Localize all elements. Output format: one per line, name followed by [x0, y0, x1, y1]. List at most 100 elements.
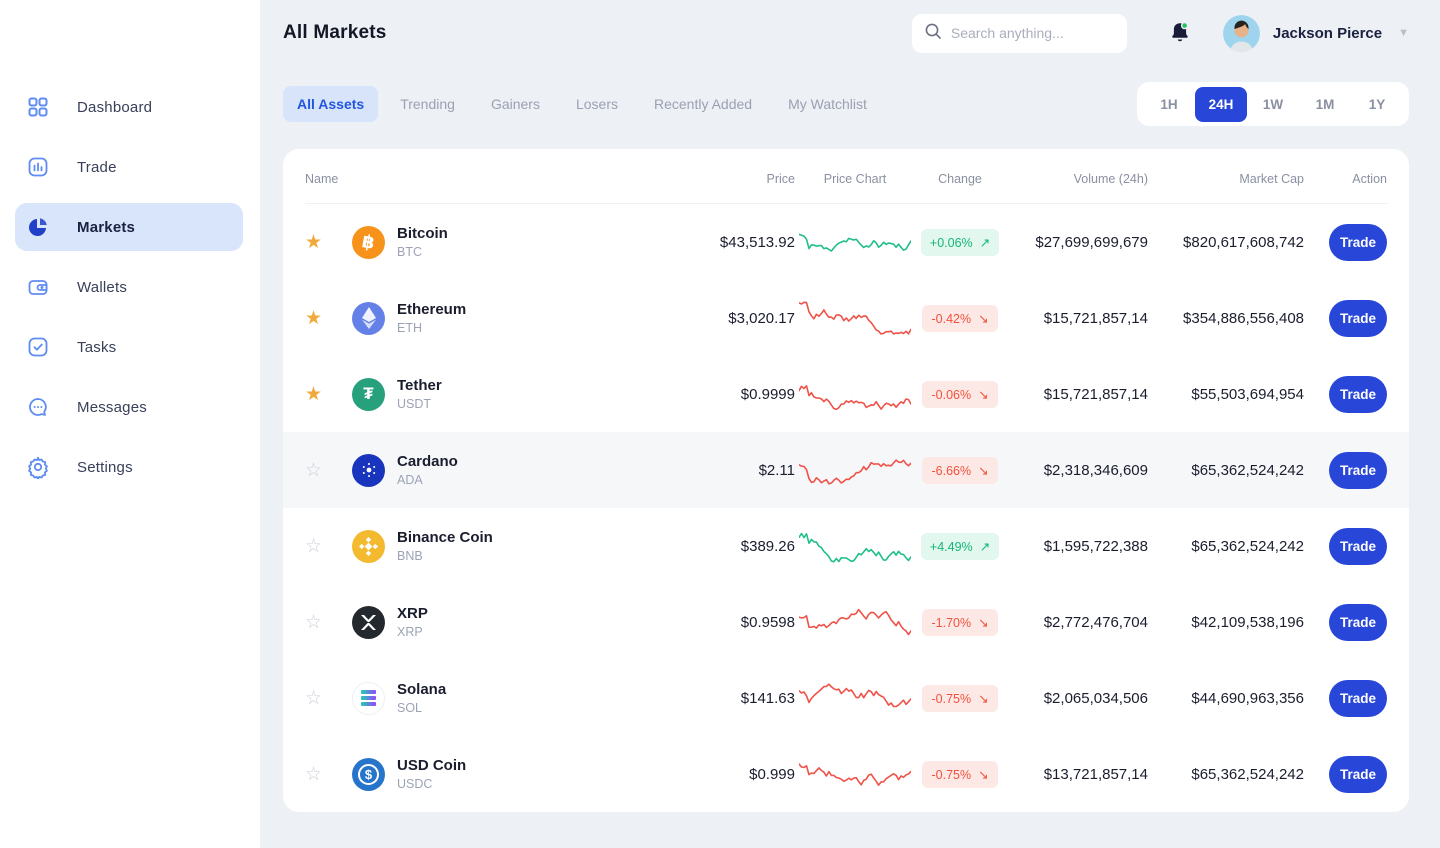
table-row: ★ Ethereum ETH $3,020.17 -0.42% ↘ $15,72…: [283, 280, 1409, 356]
sidebar-item-wallets[interactable]: Wallets: [15, 263, 243, 311]
timeframe-1h[interactable]: 1H: [1143, 87, 1195, 122]
trade-button[interactable]: Trade: [1329, 300, 1387, 337]
asset-cell: ☆ $ USD Coin USDC: [305, 757, 655, 791]
price-sparkline: [795, 448, 915, 492]
market-cap-cell: $65,362,524,242: [1148, 462, 1304, 479]
tasks-check-icon: [26, 335, 50, 359]
watchlist-star-icon[interactable]: ★: [305, 307, 325, 330]
watchlist-star-icon[interactable]: ☆: [305, 687, 325, 710]
timeframe-1y[interactable]: 1Y: [1351, 87, 1403, 122]
sidebar: Dashboard Trade Markets Wallets Tasks Message…: [0, 0, 260, 848]
asset-name: Ethereum: [397, 301, 466, 318]
trade-button[interactable]: Trade: [1329, 680, 1387, 717]
table-row: ☆ XRP XRP $0.9598 -1.70% ↘ $2,772,476,70…: [283, 584, 1409, 660]
watchlist-star-icon[interactable]: ☆: [305, 535, 325, 558]
trade-button[interactable]: Trade: [1329, 452, 1387, 489]
ada-coin-icon: [352, 454, 385, 487]
timeframe-1m[interactable]: 1M: [1299, 87, 1351, 122]
change-badge: -0.42% ↘: [922, 305, 997, 332]
volume-cell: $2,318,346,609: [1005, 462, 1148, 479]
user-avatar[interactable]: [1223, 15, 1260, 52]
timeframe-1w[interactable]: 1W: [1247, 87, 1299, 122]
search-input[interactable]: [951, 25, 1101, 41]
tab-trending[interactable]: Trending: [386, 86, 469, 122]
sidebar-item-tasks[interactable]: Tasks: [15, 323, 243, 371]
price-sparkline: [795, 372, 915, 416]
asset-cell: ☆ Cardano ADA: [305, 453, 655, 487]
tab-all-assets[interactable]: All Assets: [283, 86, 378, 122]
asset-symbol: USDT: [397, 397, 442, 411]
asset-name: Solana: [397, 681, 446, 698]
watchlist-star-icon[interactable]: ★: [305, 231, 325, 254]
bnb-coin-icon: [352, 530, 385, 563]
trade-button[interactable]: Trade: [1329, 528, 1387, 565]
column-header-volume: Volume (24h): [1005, 166, 1148, 186]
top-bar: All Markets: [283, 0, 1409, 64]
notifications-bell-icon[interactable]: [1167, 20, 1193, 46]
sidebar-item-label: Wallets: [77, 279, 127, 296]
sol-coin-icon: [352, 682, 385, 715]
trade-button[interactable]: Trade: [1329, 224, 1387, 261]
search-box[interactable]: [912, 14, 1127, 53]
price-sparkline: [795, 752, 915, 796]
watchlist-star-icon[interactable]: ☆: [305, 763, 325, 786]
column-header-change: Change: [915, 166, 1005, 186]
asset-symbol: ETH: [397, 321, 466, 335]
timeframe-24h[interactable]: 24H: [1195, 87, 1247, 122]
watchlist-star-icon[interactable]: ☆: [305, 459, 325, 482]
asset-name: Tether: [397, 377, 442, 394]
sidebar-item-markets[interactable]: Markets: [15, 203, 243, 251]
user-menu-caret-icon[interactable]: ▼: [1398, 27, 1409, 39]
asset-name: XRP: [397, 605, 428, 622]
trade-button[interactable]: Trade: [1329, 376, 1387, 413]
column-header-action: Action: [1304, 166, 1387, 186]
volume-cell: $2,772,476,704: [1005, 614, 1148, 631]
watchlist-star-icon[interactable]: ☆: [305, 611, 325, 634]
trade-button[interactable]: Trade: [1329, 756, 1387, 793]
tab-my-watchlist[interactable]: My Watchlist: [774, 86, 881, 122]
tab-losers[interactable]: Losers: [562, 86, 632, 122]
settings-gear-icon: [26, 455, 50, 479]
volume-cell: $15,721,857,14: [1005, 310, 1148, 327]
change-badge: -1.70% ↘: [922, 609, 997, 636]
messages-bubble-icon: [26, 395, 50, 419]
btc-coin-icon: ฿: [352, 226, 385, 259]
asset-name: Bitcoin: [397, 225, 448, 242]
price-sparkline: [795, 600, 915, 644]
volume-cell: $15,721,857,14: [1005, 386, 1148, 403]
sidebar-item-messages[interactable]: Messages: [15, 383, 243, 431]
price-cell: $2.11: [655, 462, 795, 479]
price-sparkline: [795, 220, 915, 264]
price-sparkline: [795, 676, 915, 720]
trade-button[interactable]: Trade: [1329, 604, 1387, 641]
tab-gainers[interactable]: Gainers: [477, 86, 554, 122]
market-cap-cell: $65,362,524,242: [1148, 766, 1304, 783]
price-cell: $389.26: [655, 538, 795, 555]
wallet-icon: [26, 275, 50, 299]
asset-cell: ★ ฿ Bitcoin BTC: [305, 225, 655, 259]
asset-name: Cardano: [397, 453, 458, 470]
sidebar-item-trade[interactable]: Trade: [15, 143, 243, 191]
sidebar-item-settings[interactable]: Settings: [15, 443, 243, 491]
sidebar-item-dashboard[interactable]: Dashboard: [15, 83, 243, 131]
sidebar-item-label: Tasks: [77, 339, 116, 356]
market-cap-cell: $354,886,556,408: [1148, 310, 1304, 327]
tab-recently-added[interactable]: Recently Added: [640, 86, 766, 122]
asset-name: USD Coin: [397, 757, 466, 774]
volume-cell: $13,721,857,14: [1005, 766, 1148, 783]
sidebar-item-label: Markets: [77, 219, 135, 236]
user-name[interactable]: Jackson Pierce: [1273, 25, 1382, 42]
table-row: ★ ฿ Bitcoin BTC $43,513.92 +0.06% ↗ $27,…: [283, 204, 1409, 280]
asset-symbol: BNB: [397, 549, 493, 563]
asset-symbol: BTC: [397, 245, 448, 259]
asset-symbol: XRP: [397, 625, 428, 639]
watchlist-star-icon[interactable]: ★: [305, 383, 325, 406]
price-cell: $0.999: [655, 766, 795, 783]
market-cap-cell: $42,109,538,196: [1148, 614, 1304, 631]
change-badge: -0.75% ↘: [922, 761, 997, 788]
change-badge: -0.75% ↘: [922, 685, 997, 712]
dashboard-grid-icon: [26, 95, 50, 119]
change-badge: +0.06% ↗: [921, 229, 999, 256]
column-header-name: Name: [305, 166, 655, 186]
asset-symbol: SOL: [397, 701, 446, 715]
